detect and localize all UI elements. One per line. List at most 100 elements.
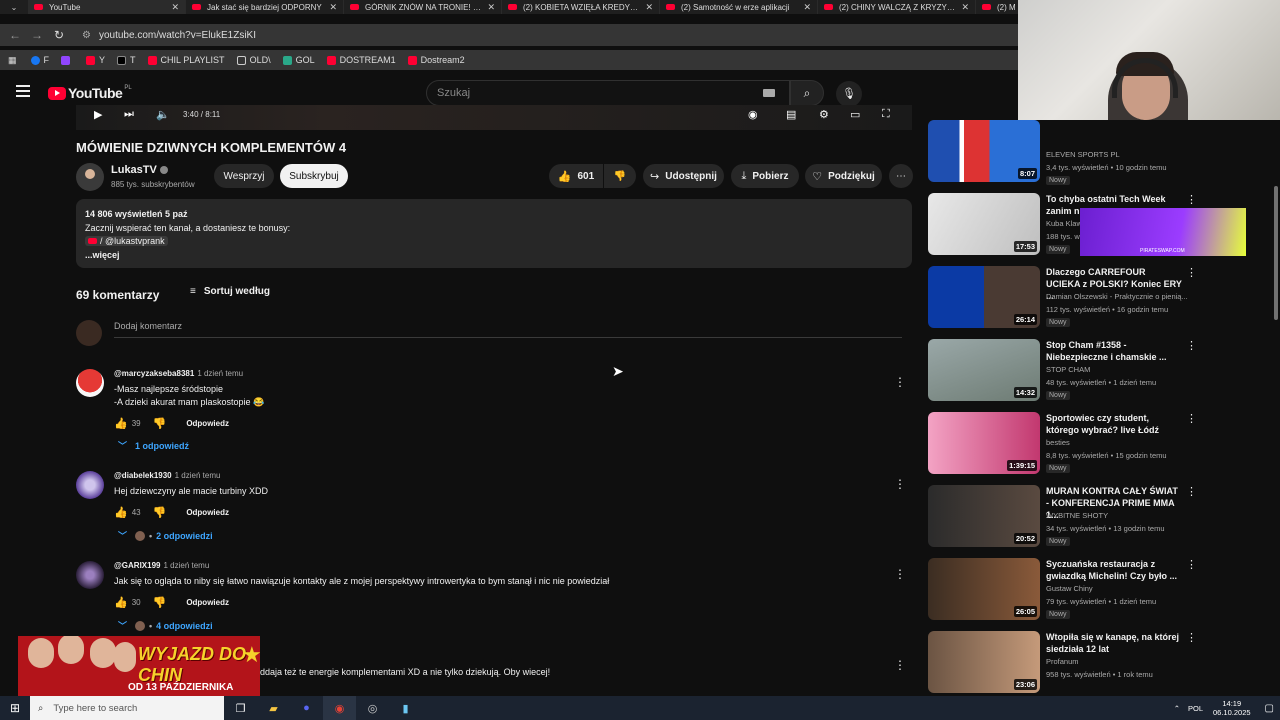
support-button[interactable]: Wesprzyj bbox=[214, 164, 274, 188]
scrollbar[interactable] bbox=[1274, 186, 1278, 320]
video-menu-icon[interactable]: ⋮ bbox=[1186, 339, 1197, 352]
reply-button[interactable]: Odpowiedz bbox=[186, 598, 229, 607]
thumbs-up-icon[interactable]: 👍 bbox=[114, 596, 128, 609]
menu-icon[interactable] bbox=[16, 85, 30, 97]
dislike-button[interactable]: 👎 bbox=[604, 164, 636, 188]
avatar[interactable] bbox=[76, 561, 104, 589]
related-video-item[interactable]: 23:06 Wtopiła się w kanapę, na której sie… bbox=[928, 631, 1204, 697]
close-tab-icon[interactable]: ✕ bbox=[803, 2, 811, 13]
channel-name[interactable]: WYBITNE SHOTY bbox=[1046, 511, 1108, 520]
video-thumbnail[interactable]: 26:14 bbox=[928, 266, 1040, 328]
browser-tab[interactable]: (2) CHINY WALCZĄ Z KRYZYSE ✕ bbox=[818, 0, 976, 14]
keyboard-icon[interactable] bbox=[763, 89, 775, 97]
tray-expand-icon[interactable]: ⌃ bbox=[1174, 704, 1180, 713]
ad-banner[interactable]: PIRATESWAP.COM bbox=[1080, 208, 1246, 256]
next-icon[interactable]: ⏭ bbox=[124, 108, 134, 121]
download-button[interactable]: ⤓ Pobierz bbox=[731, 164, 799, 188]
channel-name[interactable]: Damian Olszewski - Praktycznie o pienią.… bbox=[1046, 292, 1188, 301]
related-video-item[interactable]: 1:39:15 Sportowiec czy student, którego w… bbox=[928, 412, 1204, 478]
view-replies-button[interactable]: ﹀ 1 odpowiedź bbox=[118, 439, 189, 452]
thumbs-up-icon[interactable]: 👍 bbox=[114, 417, 128, 430]
channel-name[interactable]: Profanum bbox=[1046, 657, 1079, 666]
miniplayer-icon[interactable]: ▭ bbox=[850, 108, 860, 121]
video-title[interactable]: Sportowiec czy student, którego wybrać? … bbox=[1046, 412, 1182, 436]
autoplay-toggle[interactable]: ◉ bbox=[748, 108, 758, 121]
bookmark-dostream2[interactable]: Dostream2 bbox=[407, 55, 465, 65]
bookmark-dostream1[interactable]: DOSTREAM1 bbox=[326, 55, 396, 65]
close-tab-icon[interactable]: ✕ bbox=[645, 2, 653, 13]
video-menu-icon[interactable]: ⋮ bbox=[1186, 266, 1197, 279]
view-replies-button[interactable]: ﹀ • 4 odpowiedzi bbox=[118, 619, 213, 632]
taskbar-search[interactable]: ⌕ Type here to search bbox=[30, 696, 224, 720]
channel-name[interactable]: besties bbox=[1046, 438, 1070, 447]
browser-tab[interactable]: Jak stać się bardziej ODPORNY ✕ bbox=[186, 0, 344, 14]
site-info-icon[interactable]: ⚙ bbox=[82, 30, 91, 41]
play-icon[interactable]: ▶ bbox=[94, 108, 102, 121]
app-icon[interactable]: ▮ bbox=[389, 696, 422, 720]
video-thumbnail[interactable]: 1:39:15 bbox=[928, 412, 1040, 474]
channel-name[interactable]: Gustaw Chiny bbox=[1046, 584, 1093, 593]
sort-button[interactable]: ≡ Sortuj według bbox=[190, 286, 270, 297]
bookmark-old[interactable]: OLD\ bbox=[236, 55, 271, 65]
comment-menu-icon[interactable]: ⋮ bbox=[894, 477, 906, 491]
task-view-icon[interactable]: ❐ bbox=[224, 696, 257, 720]
windows-start-icon[interactable]: ⊞ bbox=[0, 701, 30, 715]
video-thumbnail[interactable]: 23:06 bbox=[928, 631, 1040, 693]
bookmark-t[interactable]: T bbox=[117, 55, 136, 65]
bookmark-y[interactable]: Y bbox=[86, 55, 105, 65]
avatar[interactable] bbox=[76, 471, 104, 499]
video-menu-icon[interactable]: ⋮ bbox=[1186, 193, 1197, 206]
url-field[interactable]: ⚙ youtube.com/watch?v=ElukE1ZsiKI bbox=[82, 24, 256, 46]
close-tab-icon[interactable]: ✕ bbox=[961, 2, 969, 13]
subtitles-icon[interactable]: ▤ bbox=[786, 108, 796, 121]
channel-avatar[interactable] bbox=[76, 163, 104, 191]
comment-author[interactable]: @diabelek1930 bbox=[114, 471, 172, 480]
keyboard-language[interactable]: POL bbox=[1188, 704, 1203, 713]
browser-tab[interactable]: (2) KOBIETA WZIĘŁA KREDYT W ✕ bbox=[502, 0, 660, 14]
video-menu-icon[interactable]: ⋮ bbox=[1186, 631, 1197, 644]
thumbs-down-icon[interactable]: 👎 bbox=[153, 417, 167, 430]
video-menu-icon[interactable]: ⋮ bbox=[1186, 558, 1197, 571]
channel-name[interactable]: ELEVEN SPORTS PL bbox=[1046, 150, 1120, 159]
reply-button[interactable]: Odpowiedz bbox=[186, 419, 229, 428]
back-icon[interactable]: ← bbox=[4, 28, 26, 42]
comment-author[interactable]: @marcyzakseba8381 bbox=[114, 369, 194, 378]
thumbs-down-icon[interactable]: 👎 bbox=[153, 506, 167, 519]
related-video-item[interactable]: 20:52 MURAN KONTRA CAŁY ŚWIAT - KONFERENC… bbox=[928, 485, 1204, 551]
comment-menu-icon[interactable]: ⋮ bbox=[894, 658, 906, 672]
chrome-icon[interactable]: ◉ bbox=[323, 696, 356, 720]
video-title[interactable]: Wtopiła się w kanapę, na której siedział… bbox=[1046, 631, 1182, 655]
comment-date[interactable]: 1 dzień temu bbox=[175, 471, 221, 480]
youtube-logo[interactable]: YouTube PL bbox=[48, 85, 132, 101]
close-tab-icon[interactable]: ✕ bbox=[329, 2, 337, 13]
apps-icon[interactable]: ▦ bbox=[8, 55, 17, 66]
thanks-button[interactable]: ♡ Podziękuj bbox=[805, 164, 882, 188]
reload-icon[interactable]: ↻ bbox=[48, 28, 70, 42]
add-comment-input[interactable]: Dodaj komentarz bbox=[114, 321, 182, 331]
channel-name[interactable]: STOP CHAM bbox=[1046, 365, 1090, 374]
fullscreen-icon[interactable]: ⛶ bbox=[882, 108, 890, 121]
video-menu-icon[interactable]: ⋮ bbox=[1186, 412, 1197, 425]
related-video-item[interactable]: 14:32 Stop Cham #1358 - Niebezpieczne i c… bbox=[928, 339, 1204, 405]
video-thumbnail[interactable]: 20:52 bbox=[928, 485, 1040, 547]
subscribe-button[interactable]: Subskrybuj bbox=[280, 164, 348, 188]
volume-icon[interactable]: 🔈 bbox=[156, 108, 170, 121]
bookmark-gol[interactable]: GOL bbox=[282, 55, 315, 65]
video-menu-icon[interactable]: ⋮ bbox=[1186, 485, 1197, 498]
video-thumbnail[interactable]: 17:53 bbox=[928, 193, 1040, 255]
reply-button[interactable]: Odpowiedz bbox=[186, 508, 229, 517]
view-replies-button[interactable]: ﹀ • 2 odpowiedzi bbox=[118, 529, 213, 542]
discord-icon[interactable]: ● bbox=[290, 696, 323, 720]
related-video-item[interactable]: 26:14 Dlaczego CARREFOUR UCIEKA z POLSKI?… bbox=[928, 266, 1204, 332]
description-link[interactable]: / @lukastvprank bbox=[85, 236, 168, 246]
search-input[interactable]: Szukaj bbox=[426, 80, 790, 106]
forward-icon[interactable]: → bbox=[26, 28, 48, 42]
search-button[interactable]: ⌕ bbox=[790, 80, 824, 106]
comment-date[interactable]: 1 dzień temu bbox=[197, 369, 243, 378]
close-tab-icon[interactable]: ✕ bbox=[171, 2, 179, 13]
obs-icon[interactable]: ◎ bbox=[356, 696, 389, 720]
comment-author[interactable]: @GARIX199 bbox=[114, 561, 160, 570]
bookmark-f[interactable]: F bbox=[30, 55, 49, 65]
video-description[interactable]: 14 806 wyświetleń 5 paź Zacznij wspierać… bbox=[76, 199, 912, 268]
bookmark-twitch[interactable] bbox=[61, 55, 74, 65]
